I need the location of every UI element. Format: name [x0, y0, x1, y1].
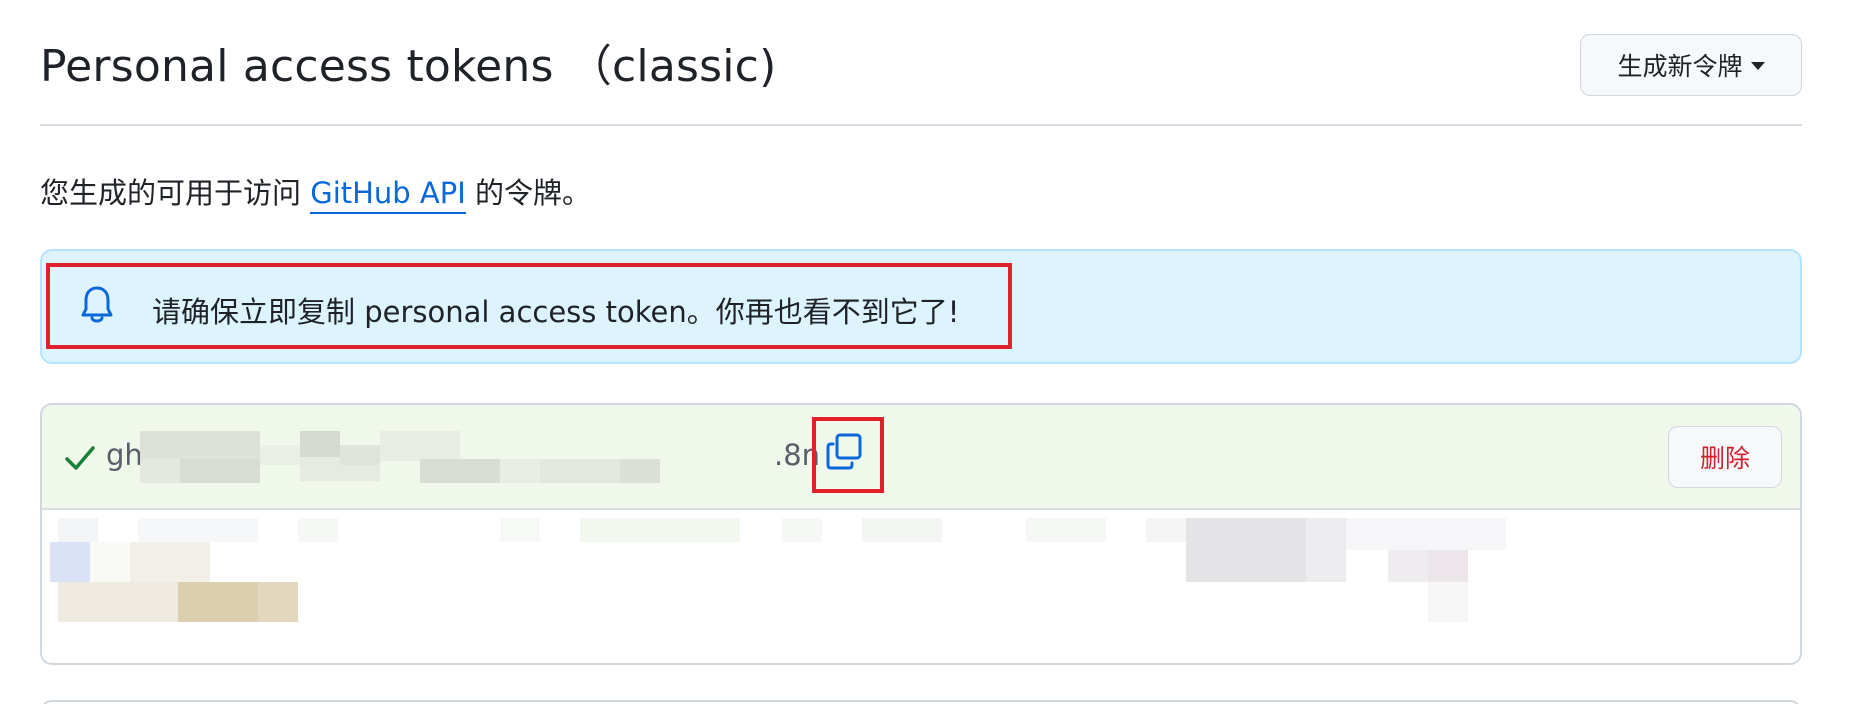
page-title: Personal access tokens （classic): [40, 41, 777, 92]
caret-down-icon: [1750, 62, 1765, 70]
new-token-card: gh .8n 删除: [40, 403, 1802, 665]
bell-icon: [81, 286, 113, 323]
description-prefix: 您生成的可用于访问: [40, 176, 311, 210]
token-details-redacted: [42, 510, 1800, 663]
check-icon: [65, 446, 95, 470]
flash-message: 请确保立即复制 personal access token。你再也看不到它了!: [152, 295, 960, 329]
delete-token-button[interactable]: 删除: [1668, 426, 1782, 488]
token-header-row: gh .8n 删除: [42, 405, 1800, 510]
header-divider: [40, 124, 1802, 126]
copy-icon[interactable]: [824, 432, 864, 472]
page-description: 您生成的可用于访问 GitHub API 的令牌。: [40, 170, 592, 214]
generate-new-token-button[interactable]: 生成新令牌: [1580, 34, 1802, 96]
description-suffix: 的令牌。: [465, 176, 592, 210]
github-api-link[interactable]: GitHub API: [310, 176, 466, 214]
token-value-prefix: gh: [106, 438, 143, 472]
next-token-card: [40, 700, 1802, 704]
generate-new-token-label: 生成新令牌: [1617, 52, 1743, 81]
page: Personal access tokens （classic) 生成新令牌 您…: [0, 0, 1860, 704]
